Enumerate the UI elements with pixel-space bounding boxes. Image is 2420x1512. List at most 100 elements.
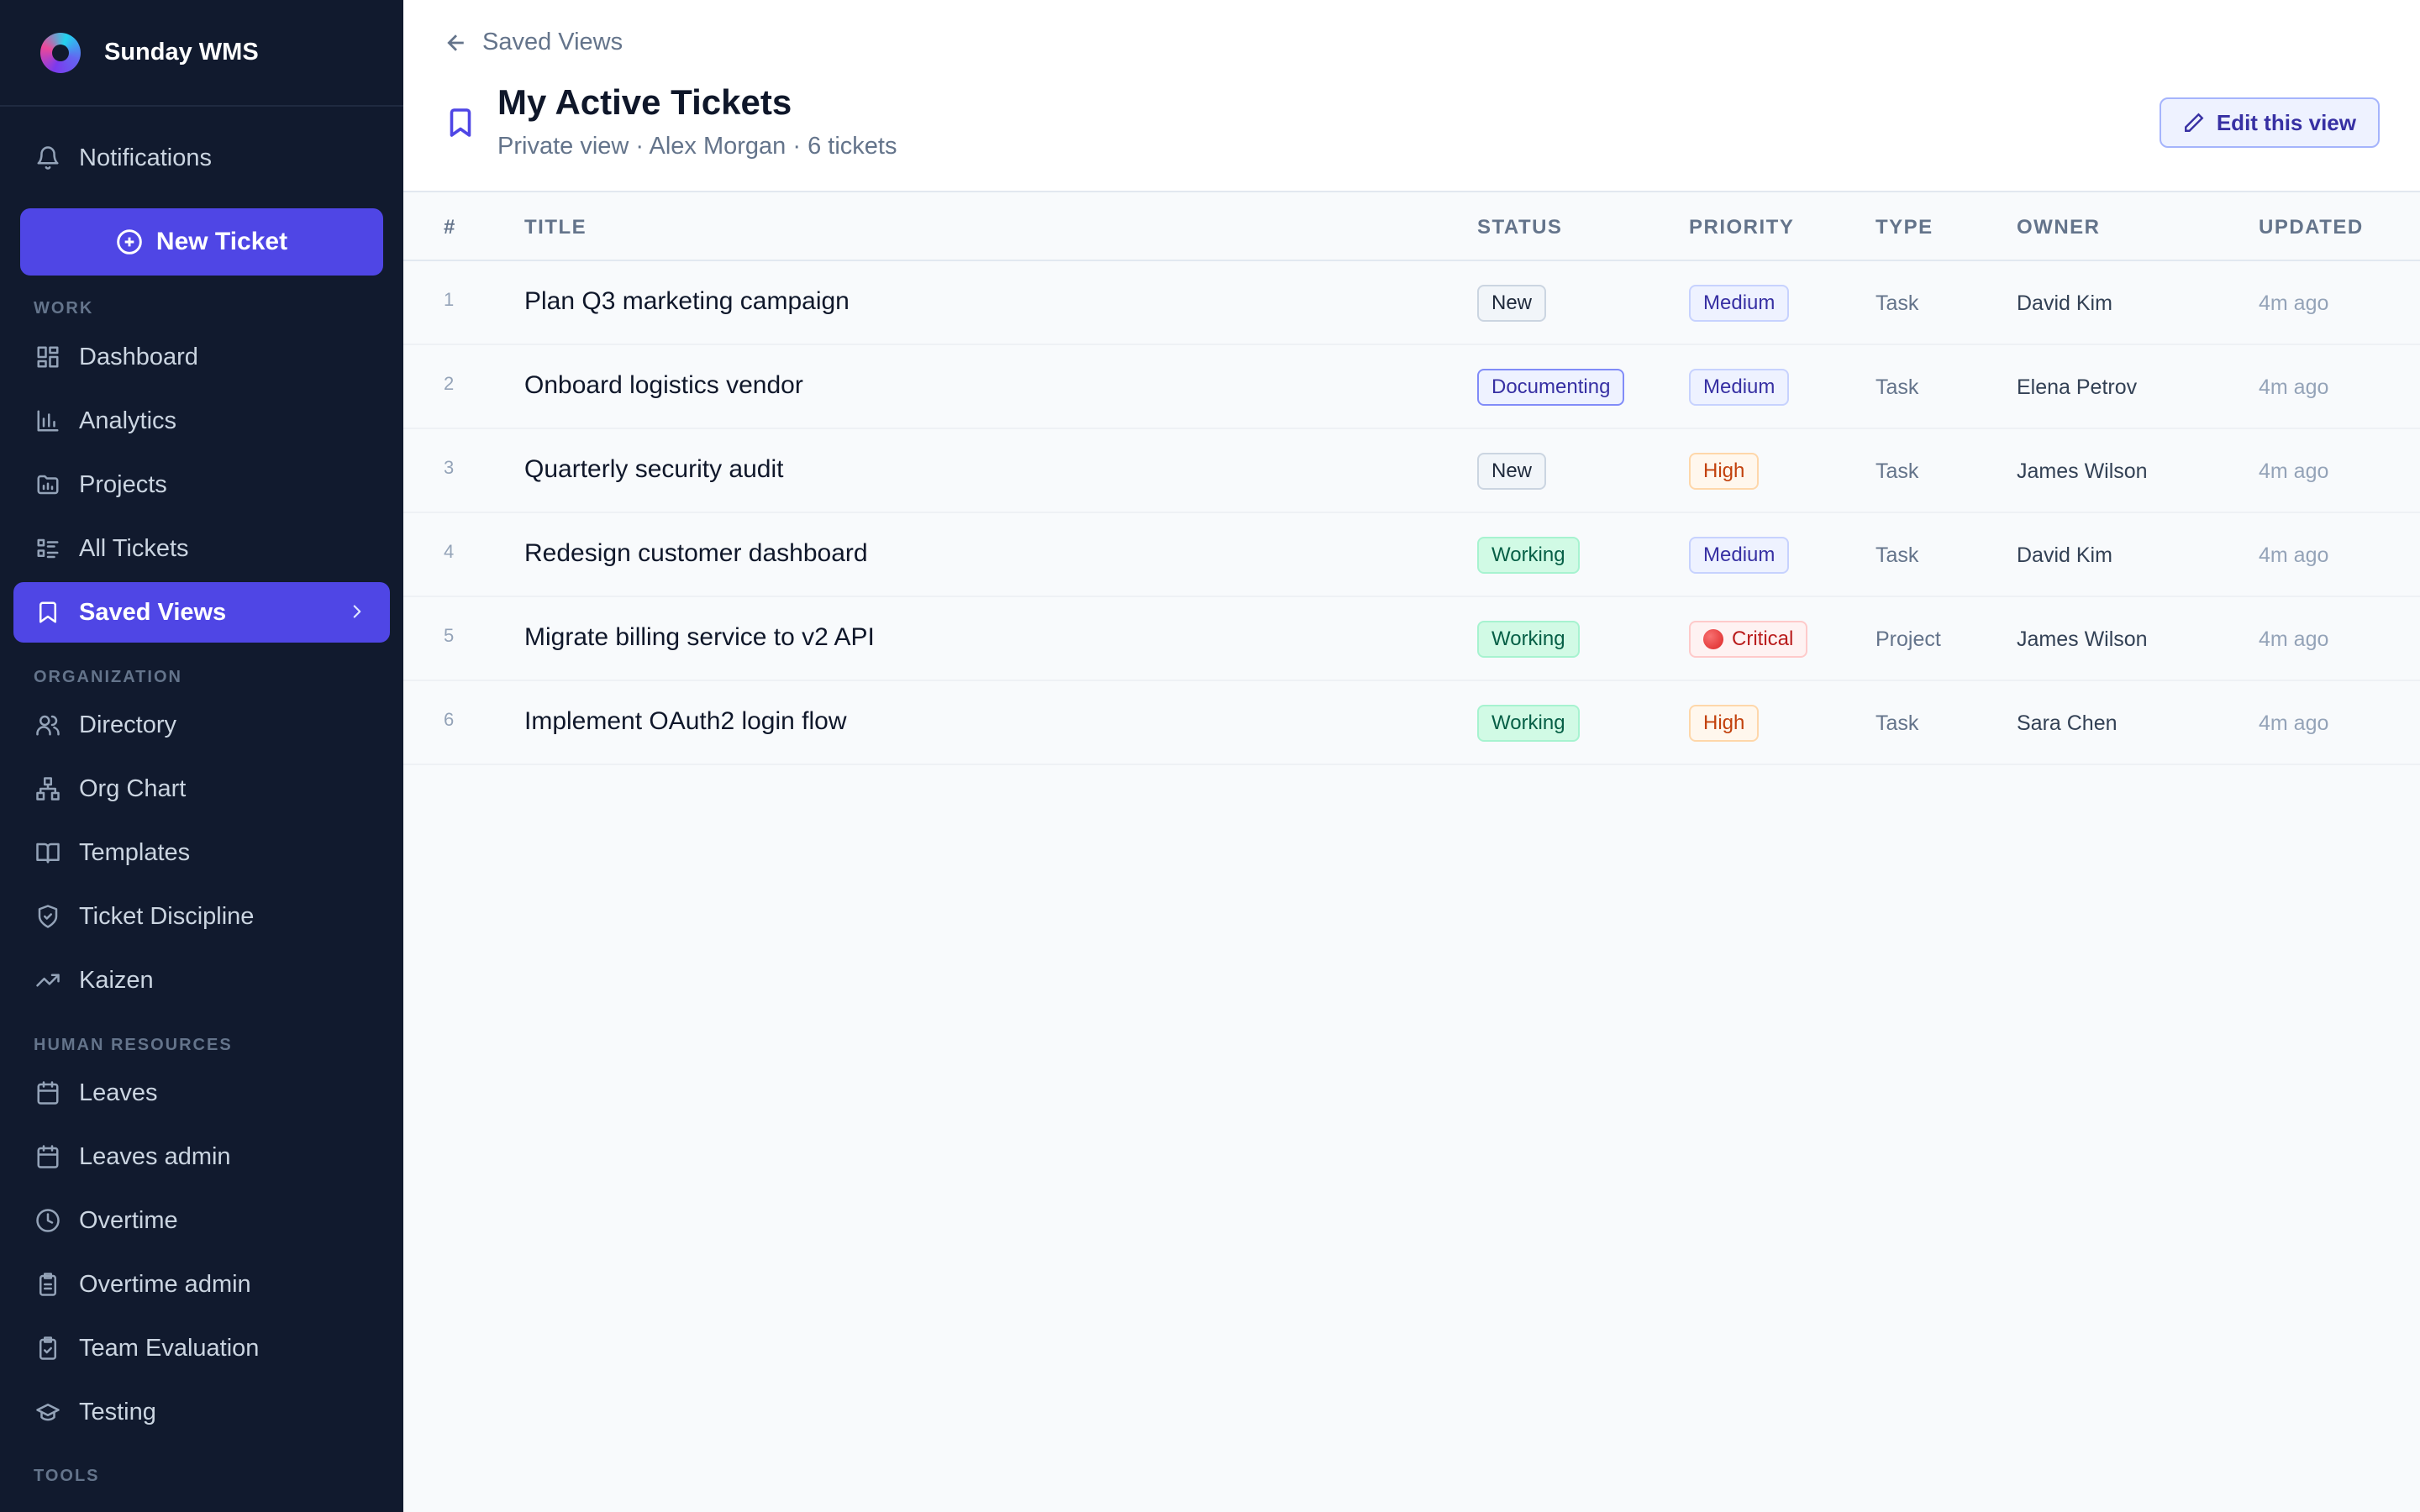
page-header: Saved Views My Active Tickets Private vi…	[403, 0, 2420, 192]
status-cell: Working	[1477, 681, 1580, 765]
ticket-type: Project	[1876, 627, 1941, 651]
sidebar-item-testing[interactable]: Testing	[13, 1382, 390, 1442]
main-content: Saved Views My Active Tickets Private vi…	[403, 0, 2420, 1512]
sidebar-item-notifications[interactable]: Notifications	[13, 128, 390, 188]
brand[interactable]: Sunday WMS	[0, 0, 403, 107]
sidebar-item-label: Templates	[79, 838, 191, 866]
row-number: 1	[444, 289, 455, 310]
table-row[interactable]: 3 Quarterly security audit New High Task…	[403, 429, 2420, 513]
arrow-left-icon	[447, 34, 464, 51]
ticket-title[interactable]: Implement OAuth2 login flow	[524, 680, 847, 764]
status-cell: New	[1477, 261, 1547, 345]
new-ticket-button[interactable]: New Ticket	[20, 208, 383, 276]
sidebar-item-all-tickets[interactable]: All Tickets	[13, 518, 390, 579]
row-number: 6	[444, 709, 455, 730]
sidebar-item-kaizen[interactable]: Kaizen	[13, 950, 390, 1011]
sidebar-item-label: Projects	[79, 470, 167, 498]
sidebar-item-label: Ticket Discipline	[79, 902, 255, 930]
priority-cell: High	[1689, 681, 1760, 765]
back-link[interactable]: Saved Views	[444, 29, 623, 56]
ticket-updated: 4m ago	[2259, 459, 2329, 483]
ticket-title[interactable]: Quarterly security audit	[524, 428, 783, 512]
ticket-updated: 4m ago	[2259, 291, 2329, 315]
app-logo-icon	[40, 32, 81, 73]
section-label-tools: TOOLS	[34, 1467, 100, 1485]
section-label-human-resources: HUMAN RESOURCES	[34, 1036, 233, 1054]
column-header-status[interactable]: STATUS	[1477, 216, 1562, 239]
section-label-organization: ORGANIZATION	[34, 668, 182, 686]
priority-cell: High	[1689, 429, 1760, 513]
sidebar-item-label: Saved Views	[79, 598, 227, 626]
bell-icon	[34, 144, 62, 172]
sidebar-item-overtime[interactable]: Overtime	[13, 1190, 390, 1251]
sidebar-item-overtime-admin[interactable]: Overtime admin	[13, 1254, 390, 1315]
ticket-owner: James Wilson	[2017, 459, 2148, 483]
ticket-title[interactable]: Plan Q3 marketing campaign	[524, 260, 850, 344]
edit-view-label: Edit this view	[2216, 109, 2356, 135]
priority-badge: Critical	[1689, 621, 1808, 658]
priority-cell: Medium	[1689, 261, 1790, 345]
priority-badge: Medium	[1689, 285, 1790, 322]
clipboard-check-icon	[34, 1334, 62, 1362]
sidebar-item-label: Kaizen	[79, 966, 154, 994]
priority-badge: High	[1689, 453, 1760, 490]
ticket-owner: James Wilson	[2017, 627, 2148, 651]
sidebar-item-analytics[interactable]: Analytics	[13, 391, 390, 451]
org-chart-icon	[34, 774, 62, 803]
shield-icon	[34, 902, 62, 931]
sidebar-item-ticket-discipline[interactable]: Ticket Discipline	[13, 886, 390, 947]
sidebar-item-projects[interactable]: Projects	[13, 454, 390, 515]
column-header-type[interactable]: TYPE	[1876, 216, 1933, 239]
sidebar-item-label: Testing	[79, 1398, 156, 1425]
table-header: # TITLE STATUS PRIORITY TYPE OWNER UPDAT…	[403, 192, 2420, 261]
page-title: My Active Tickets	[497, 82, 792, 122]
sidebar-item-templates[interactable]: Templates	[13, 822, 390, 883]
red-circle-icon	[1703, 629, 1723, 649]
ticket-title[interactable]: Redesign customer dashboard	[524, 512, 868, 596]
sidebar-item-dashboard[interactable]: Dashboard	[13, 327, 390, 387]
table-row[interactable]: 2 Onboard logistics vendor Documenting M…	[403, 345, 2420, 429]
table-row[interactable]: 1 Plan Q3 marketing campaign New Medium …	[403, 261, 2420, 345]
edit-view-button[interactable]: Edit this view	[2159, 97, 2380, 148]
status-badge: Working	[1477, 705, 1580, 742]
sidebar-item-team-evaluation[interactable]: Team Evaluation	[13, 1318, 390, 1378]
status-cell: Working	[1477, 513, 1580, 597]
list-icon	[34, 534, 62, 563]
ticket-updated: 4m ago	[2259, 711, 2329, 735]
sidebar-item-label: Notifications	[79, 144, 212, 171]
sidebar-item-saved-views[interactable]: Saved Views	[13, 582, 390, 643]
dashboard-icon	[34, 343, 62, 371]
row-number: 4	[444, 541, 455, 562]
ticket-updated: 4m ago	[2259, 375, 2329, 399]
priority-label: Critical	[1732, 627, 1794, 650]
priority-badge: Medium	[1689, 369, 1790, 406]
sidebar-item-directory[interactable]: Directory	[13, 695, 390, 755]
priority-cell: Medium	[1689, 513, 1790, 597]
ticket-owner: Elena Petrov	[2017, 375, 2138, 399]
status-cell: Documenting	[1477, 345, 1625, 429]
sidebar-item-org-chart[interactable]: Org Chart	[13, 759, 390, 819]
sidebar-item-label: Analytics	[79, 407, 177, 434]
row-number: 3	[444, 457, 455, 478]
trending-up-icon	[34, 966, 62, 995]
priority-cell: Critical	[1689, 597, 1808, 681]
back-link-label: Saved Views	[482, 29, 623, 55]
ticket-type: Task	[1876, 543, 1919, 567]
status-badge: New	[1477, 285, 1547, 322]
sidebar-item-leaves-admin[interactable]: Leaves admin	[13, 1126, 390, 1187]
column-header-updated[interactable]: UPDATED	[2259, 216, 2364, 239]
column-header-owner[interactable]: OWNER	[2017, 216, 2101, 239]
table-row[interactable]: 4 Redesign customer dashboard Working Me…	[403, 513, 2420, 597]
column-header-number[interactable]: #	[444, 216, 456, 239]
pencil-icon	[2184, 113, 2204, 132]
row-number: 2	[444, 373, 455, 394]
sidebar-item-leaves[interactable]: Leaves	[13, 1063, 390, 1123]
ticket-title[interactable]: Migrate billing service to v2 API	[524, 596, 875, 680]
table-row[interactable]: 5 Migrate billing service to v2 API Work…	[403, 597, 2420, 681]
ticket-title[interactable]: Onboard logistics vendor	[524, 344, 803, 428]
column-header-priority[interactable]: PRIORITY	[1689, 216, 1794, 239]
column-header-title[interactable]: TITLE	[524, 216, 587, 239]
table-row[interactable]: 6 Implement OAuth2 login flow Working Hi…	[403, 681, 2420, 765]
priority-badge: High	[1689, 705, 1760, 742]
row-number: 5	[444, 625, 455, 646]
